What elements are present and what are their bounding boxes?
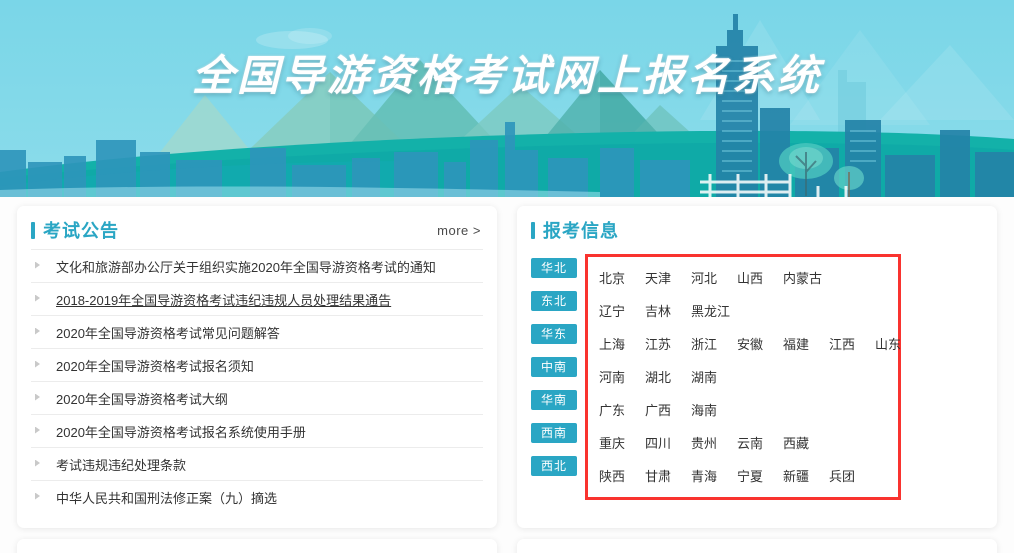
list-item[interactable]: 中华人民共和国刑法修正案（九）摘选 — [31, 480, 483, 513]
page-title: 全国导游资格考试网上报名系统 — [191, 51, 822, 100]
registration-title: 报考信息 — [531, 217, 619, 243]
more-link[interactable]: more > — [437, 223, 481, 238]
list-item[interactable]: 2020年全国导游资格考试报名须知 — [31, 348, 483, 381]
province-link[interactable]: 山东 — [875, 334, 921, 353]
announcement-link[interactable]: 2018-2019年全国导游资格考试违纪违规人员处理结果通告 — [56, 290, 391, 309]
site-banner: 全国导游资格考试网上报名系统 — [0, 0, 1014, 197]
list-item[interactable]: 文化和旅游部办公厅关于组织实施2020年全国导游资格考试的通知 — [31, 249, 483, 282]
list-item[interactable]: 考试违规违纪处理条款 — [31, 447, 483, 480]
province-link[interactable]: 甘肃 — [645, 466, 691, 485]
region-badge-dongbei[interactable]: 东北 — [531, 291, 577, 311]
province-link[interactable]: 河南 — [599, 367, 645, 386]
announcements-title-text: 考试公告 — [43, 221, 119, 241]
province-link[interactable]: 兵团 — [829, 466, 875, 485]
arrow-bullet-icon — [35, 426, 40, 434]
province-link[interactable]: 新疆 — [783, 466, 829, 485]
title-accent-bar — [31, 221, 35, 239]
province-link[interactable]: 海南 — [691, 400, 737, 419]
province-link[interactable]: 辽宁 — [599, 301, 645, 320]
arrow-bullet-icon — [35, 294, 40, 302]
province-link[interactable]: 上海 — [599, 334, 645, 353]
region-badge-huadong[interactable]: 华东 — [531, 324, 577, 344]
announcements-title: 考试公告 — [31, 217, 119, 243]
lower-card-left — [17, 539, 497, 553]
region-badge-huabei[interactable]: 华北 — [531, 258, 577, 278]
announcement-list: 文化和旅游部办公厅关于组织实施2020年全国导游资格考试的通知 2018-201… — [17, 249, 497, 513]
title-accent-bar — [531, 221, 535, 239]
arrow-bullet-icon — [35, 327, 40, 335]
arrow-bullet-icon — [35, 360, 40, 368]
province-link[interactable]: 宁夏 — [737, 466, 783, 485]
region-province-grid: 华北 东北 华东 中南 华南 西南 西北 北京 天津 河北 山西 内蒙古 辽宁 … — [517, 249, 997, 500]
province-row-dongbei: 辽宁 吉林 黑龙江 — [588, 294, 898, 327]
province-row-zhongnan: 河南 湖北 湖南 — [588, 360, 898, 393]
announcement-link[interactable]: 中华人民共和国刑法修正案（九）摘选 — [56, 488, 277, 507]
region-badge-xinan[interactable]: 西南 — [531, 423, 577, 443]
province-link[interactable]: 江苏 — [645, 334, 691, 353]
announcement-link[interactable]: 2020年全国导游资格考试报名系统使用手册 — [56, 422, 306, 441]
arrow-bullet-icon — [35, 393, 40, 401]
province-link[interactable]: 陕西 — [599, 466, 645, 485]
announcement-link[interactable]: 2020年全国导游资格考试常见问题解答 — [56, 323, 280, 342]
list-item[interactable]: 2020年全国导游资格考试大纲 — [31, 381, 483, 414]
provinces-highlight-box: 北京 天津 河北 山西 内蒙古 辽宁 吉林 黑龙江 上海 江苏 浙江 安徽 福建… — [585, 254, 901, 500]
province-row-huanan: 广东 广西 海南 — [588, 393, 898, 426]
arrow-bullet-icon — [35, 492, 40, 500]
province-link[interactable]: 内蒙古 — [783, 268, 829, 287]
province-row-huabei: 北京 天津 河北 山西 内蒙古 — [588, 261, 898, 294]
province-link[interactable]: 江西 — [829, 334, 875, 353]
province-link[interactable]: 广东 — [599, 400, 645, 419]
province-row-xibei: 陕西 甘肃 青海 宁夏 新疆 兵团 — [588, 459, 898, 492]
lower-card-right — [517, 539, 997, 553]
province-link[interactable]: 广西 — [645, 400, 691, 419]
registration-info-card: 报考信息 华北 东北 华东 中南 华南 西南 西北 北京 天津 河北 山西 内蒙… — [517, 206, 997, 528]
province-link[interactable]: 贵州 — [691, 433, 737, 452]
lower-cards-row — [17, 539, 997, 553]
announcements-header: 考试公告 more > — [17, 206, 497, 249]
main-content: 考试公告 more > 文化和旅游部办公厅关于组织实施2020年全国导游资格考试… — [0, 197, 1014, 553]
list-item[interactable]: 2020年全国导游资格考试常见问题解答 — [31, 315, 483, 348]
province-row-xinan: 重庆 四川 贵州 云南 西藏 — [588, 426, 898, 459]
list-item[interactable]: 2018-2019年全国导游资格考试违纪违规人员处理结果通告 — [31, 282, 483, 315]
province-link[interactable]: 云南 — [737, 433, 783, 452]
cards-row: 考试公告 more > 文化和旅游部办公厅关于组织实施2020年全国导游资格考试… — [17, 206, 997, 528]
announcement-link[interactable]: 2020年全国导游资格考试大纲 — [56, 389, 228, 408]
province-link[interactable]: 河北 — [691, 268, 737, 287]
exam-announcements-card: 考试公告 more > 文化和旅游部办公厅关于组织实施2020年全国导游资格考试… — [17, 206, 497, 528]
announcement-link[interactable]: 考试违规违纪处理条款 — [56, 455, 186, 474]
province-link[interactable]: 北京 — [599, 268, 645, 287]
province-link[interactable]: 吉林 — [645, 301, 691, 320]
list-item[interactable]: 2020年全国导游资格考试报名系统使用手册 — [31, 414, 483, 447]
region-badge-xibei[interactable]: 西北 — [531, 456, 577, 476]
province-link[interactable]: 浙江 — [691, 334, 737, 353]
region-label-column: 华北 东北 华东 中南 华南 西南 西北 — [531, 254, 577, 500]
region-badge-zhongnan[interactable]: 中南 — [531, 357, 577, 377]
province-link[interactable]: 天津 — [645, 268, 691, 287]
province-link[interactable]: 湖北 — [645, 367, 691, 386]
province-link[interactable]: 湖南 — [691, 367, 737, 386]
announcement-link[interactable]: 2020年全国导游资格考试报名须知 — [56, 356, 254, 375]
registration-header: 报考信息 — [517, 206, 997, 249]
province-link[interactable]: 安徽 — [737, 334, 783, 353]
province-row-huadong: 上海 江苏 浙江 安徽 福建 江西 山东 — [588, 327, 901, 360]
announcement-link[interactable]: 文化和旅游部办公厅关于组织实施2020年全国导游资格考试的通知 — [56, 257, 436, 276]
region-badge-huanan[interactable]: 华南 — [531, 390, 577, 410]
arrow-bullet-icon — [35, 459, 40, 467]
arrow-bullet-icon — [35, 261, 40, 269]
registration-title-text: 报考信息 — [543, 221, 619, 241]
province-link[interactable]: 重庆 — [599, 433, 645, 452]
province-link[interactable]: 福建 — [783, 334, 829, 353]
province-link[interactable]: 西藏 — [783, 433, 829, 452]
province-link[interactable]: 四川 — [645, 433, 691, 452]
province-link[interactable]: 青海 — [691, 466, 737, 485]
province-link[interactable]: 黑龙江 — [691, 301, 737, 320]
province-link[interactable]: 山西 — [737, 268, 783, 287]
